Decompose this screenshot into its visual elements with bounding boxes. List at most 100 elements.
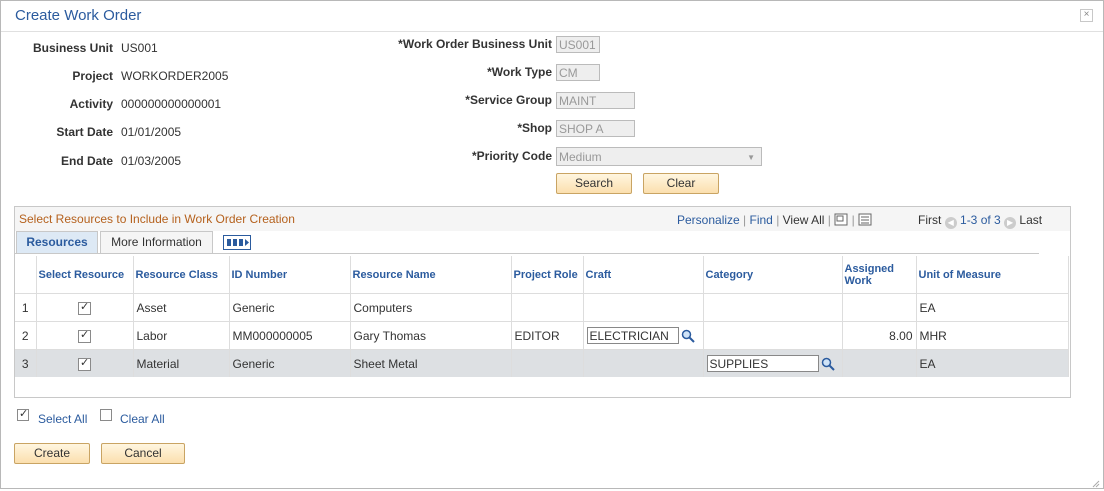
wo-business-unit-label: *Work Order Business Unit bbox=[398, 37, 552, 51]
grid-nav: Personalize | Find | View All | | bbox=[677, 213, 872, 227]
resources-grid: Select Resources to Include in Work Orde… bbox=[14, 206, 1071, 398]
unit-of-measure: MHR bbox=[916, 321, 1069, 350]
id-number: Generic bbox=[229, 293, 351, 322]
activity-value: 000000000000001 bbox=[121, 97, 222, 111]
shop-label: *Shop bbox=[517, 121, 552, 135]
resource-name: Computers bbox=[350, 293, 512, 322]
select-all-icon[interactable] bbox=[17, 407, 29, 421]
work-type-label: *Work Type bbox=[487, 65, 552, 79]
lookup-icon[interactable] bbox=[821, 357, 835, 371]
id-number: MM000000005 bbox=[229, 321, 351, 350]
row-number-header bbox=[15, 256, 37, 294]
table-header-row: Select Resource Resource Class ID Number… bbox=[15, 256, 1069, 294]
clear-button[interactable]: Clear bbox=[643, 173, 719, 194]
business-unit-label: Business Unit bbox=[32, 41, 113, 55]
resource-name: Sheet Metal bbox=[350, 349, 512, 377]
cancel-button[interactable]: Cancel bbox=[101, 443, 185, 464]
search-button[interactable]: Search bbox=[556, 173, 632, 194]
tab-resources[interactable]: Resources bbox=[16, 231, 98, 253]
column-header: Assigned Work bbox=[842, 256, 917, 294]
table-row: 3 Material Generic Sheet Metal SUPPLIES … bbox=[15, 349, 1069, 377]
checked-box-icon bbox=[17, 407, 29, 421]
craft bbox=[583, 349, 704, 377]
resource-class: Material bbox=[133, 349, 230, 377]
service-group-label: *Service Group bbox=[465, 93, 552, 107]
row-number: 2 bbox=[15, 321, 37, 350]
select-resource-cell bbox=[36, 321, 134, 350]
assigned-work bbox=[842, 293, 917, 322]
create-work-order-dialog: Create Work Order × Business Unit US001 … bbox=[0, 0, 1104, 489]
grid-tabs: Resources More Information bbox=[15, 231, 1039, 254]
last-link[interactable]: Last bbox=[1019, 213, 1042, 227]
view-all-link[interactable]: View All bbox=[783, 213, 825, 227]
category bbox=[703, 321, 843, 350]
grid-title: Select Resources to Include in Work Orde… bbox=[19, 212, 295, 226]
resource-class: Labor bbox=[133, 321, 230, 350]
service-group-field: MAINT bbox=[556, 92, 635, 109]
row-number: 3 bbox=[15, 349, 37, 377]
priority-code-select[interactable]: Medium ▼ bbox=[556, 147, 762, 166]
craft-cell: ELECTRICIAN bbox=[583, 321, 704, 350]
project-label: Project bbox=[72, 69, 113, 83]
column-header: Resource Class bbox=[133, 256, 230, 294]
select-resource-cell bbox=[36, 349, 134, 377]
column-header: ID Number bbox=[229, 256, 351, 294]
clear-all-link[interactable]: Clear All bbox=[120, 412, 165, 426]
start-date-value: 01/01/2005 bbox=[121, 125, 182, 139]
business-unit-value: US001 bbox=[121, 41, 158, 55]
select-resource-checkbox[interactable] bbox=[78, 356, 91, 371]
dropdown-arrow-icon: ▼ bbox=[747, 153, 755, 162]
show-all-columns-icon[interactable] bbox=[223, 235, 251, 250]
first-link[interactable]: First bbox=[918, 213, 941, 227]
priority-code-label: *Priority Code bbox=[471, 149, 552, 163]
row-number: 1 bbox=[15, 293, 37, 322]
project-role bbox=[511, 293, 584, 322]
column-header: Craft bbox=[583, 256, 704, 294]
project-role bbox=[511, 349, 584, 377]
zoom-grid-icon[interactable] bbox=[834, 213, 848, 226]
select-resource-checkbox[interactable] bbox=[78, 328, 91, 343]
priority-code-value: Medium bbox=[559, 150, 602, 164]
column-header: Select Resource bbox=[36, 256, 134, 294]
grid-header: Select Resources to Include in Work Orde… bbox=[15, 207, 1070, 231]
resource-name: Gary Thomas bbox=[350, 321, 512, 350]
tab-more-information[interactable]: More Information bbox=[100, 231, 213, 253]
category-input[interactable]: SUPPLIES bbox=[706, 355, 819, 372]
table-row: 2 Labor MM000000005 Gary Thomas EDITOR E… bbox=[15, 321, 1069, 350]
clear-all-icon[interactable] bbox=[100, 407, 112, 421]
create-button[interactable]: Create bbox=[14, 443, 90, 464]
project-value: WORKORDER2005 bbox=[121, 69, 229, 83]
unit-of-measure: EA bbox=[916, 293, 1069, 322]
activity-label: Activity bbox=[69, 97, 113, 111]
assigned-work: 8.00 bbox=[842, 321, 917, 350]
prev-icon[interactable]: ◀ bbox=[944, 217, 957, 229]
start-date-label: Start Date bbox=[56, 125, 113, 139]
lookup-icon[interactable] bbox=[681, 329, 695, 343]
close-icon[interactable]: × bbox=[1080, 9, 1093, 22]
column-header: Project Role bbox=[511, 256, 584, 294]
craft bbox=[583, 293, 704, 322]
column-header: Unit of Measure bbox=[916, 256, 1069, 294]
craft-input[interactable]: ELECTRICIAN bbox=[586, 327, 679, 344]
select-all-link[interactable]: Select All bbox=[38, 412, 87, 426]
column-header: Resource Name bbox=[350, 256, 512, 294]
work-type-field: CM bbox=[556, 64, 600, 81]
next-icon[interactable]: ▶ bbox=[1004, 217, 1017, 229]
resize-handle-icon[interactable] bbox=[1092, 477, 1100, 488]
select-resource-checkbox[interactable] bbox=[78, 300, 91, 315]
end-date-label: End Date bbox=[60, 154, 113, 168]
assigned-work bbox=[842, 349, 917, 377]
shop-field: SHOP A bbox=[556, 120, 635, 137]
download-icon[interactable] bbox=[858, 213, 872, 226]
select-resource-cell bbox=[36, 293, 134, 322]
unchecked-box-icon bbox=[100, 408, 112, 421]
resource-class: Asset bbox=[133, 293, 230, 322]
find-link[interactable]: Find bbox=[750, 213, 773, 227]
end-date-value: 01/03/2005 bbox=[121, 154, 182, 168]
table-row: 1 Asset Generic Computers EA bbox=[15, 293, 1069, 322]
range-text: 1-3 of 3 bbox=[960, 213, 1001, 227]
dialog-title: Create Work Order bbox=[15, 7, 142, 24]
category-cell: SUPPLIES bbox=[703, 349, 843, 377]
personalize-link[interactable]: Personalize bbox=[677, 213, 740, 227]
category bbox=[703, 293, 843, 322]
